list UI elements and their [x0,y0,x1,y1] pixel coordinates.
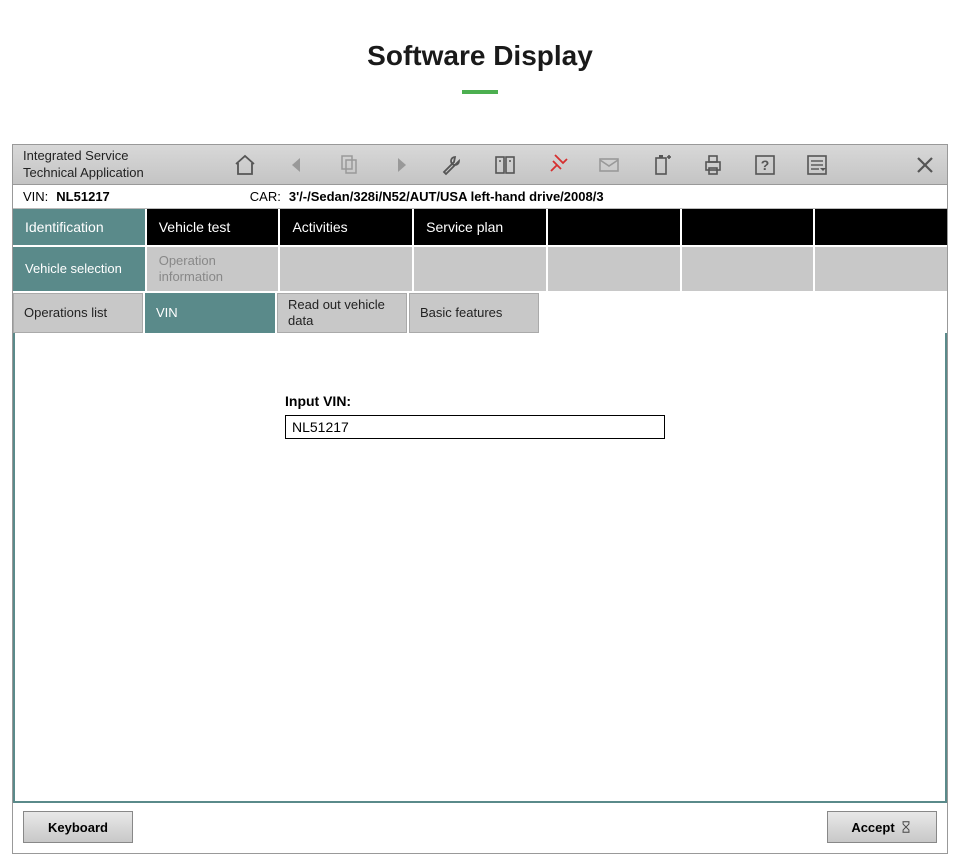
info-bar: VIN: NL51217 CAR: 3'/-/Sedan/328i/N52/AU… [13,185,947,209]
content-area: Input VIN: [13,333,947,803]
help-button[interactable]: ? [751,151,779,179]
tab-empty-1 [548,209,680,245]
car-value: 3'/-/Sedan/328i/N52/AUT/USA left-hand dr… [289,189,604,204]
wrench-icon [441,153,465,177]
action-basic-features[interactable]: Basic features [409,293,539,333]
action-read-vehicle-data[interactable]: Read out vehicle data [277,293,407,333]
mail-icon [597,153,621,177]
page-title: Software Display [0,40,960,72]
home-button[interactable] [231,151,259,179]
triangle-left-icon [285,153,309,177]
action-operations-list[interactable]: Operations list [13,293,143,333]
subtab-empty-3 [548,247,680,291]
vin-input-label: Input VIN: [285,393,905,409]
print-icon [701,153,725,177]
action-tabs: Operations list VIN Read out vehicle dat… [13,293,947,333]
subtab-operation-info[interactable]: Operation information [147,247,279,291]
tab-empty-2 [682,209,814,245]
print-button[interactable] [699,151,727,179]
accept-button[interactable]: Accept [827,811,937,843]
connector-button[interactable] [543,151,571,179]
vin-input[interactable] [285,415,665,439]
mail-button[interactable] [595,151,623,179]
subtab-empty-2 [414,247,546,291]
tab-empty-3 [815,209,947,245]
measurement-button[interactable] [491,151,519,179]
svg-text:?: ? [761,157,770,173]
back-button[interactable] [283,151,311,179]
vin-value: NL51217 [56,189,109,204]
subtab-empty-4 [682,247,814,291]
tab-vehicle-test[interactable]: Vehicle test [147,209,279,245]
hourglass-icon [899,820,913,834]
wrench-button[interactable] [439,151,467,179]
subtab-vehicle-selection[interactable]: Vehicle selection [13,247,145,291]
copy-icon [337,153,361,177]
list-icon [805,153,829,177]
tab-service-plan[interactable]: Service plan [414,209,546,245]
help-icon: ? [753,153,777,177]
title-bar: Integrated Service Technical Application [13,145,947,185]
car-label: CAR: [250,189,281,204]
app-title: Integrated Service Technical Application [13,144,223,185]
main-tabs: Identification Vehicle test Activities S… [13,209,947,245]
plug-icon [545,153,569,177]
keyboard-button[interactable]: Keyboard [23,811,133,843]
page-header: Software Display [0,0,960,144]
list-button[interactable] [803,151,831,179]
forward-button[interactable] [387,151,415,179]
subtab-empty-1 [280,247,412,291]
bottom-bar: Keyboard Accept [13,803,947,853]
gauge-icon [493,153,517,177]
battery-button[interactable] [647,151,675,179]
toolbar: ? [223,151,947,179]
close-icon [913,153,937,177]
action-vin[interactable]: VIN [145,293,275,333]
tab-activities[interactable]: Activities [280,209,412,245]
subtab-empty-5 [815,247,947,291]
triangle-right-icon [389,153,413,177]
tab-identification[interactable]: Identification [13,209,145,245]
vin-input-group: Input VIN: [285,393,905,439]
copy-button[interactable] [335,151,363,179]
accent-bar [462,90,498,94]
close-button[interactable] [911,151,939,179]
vin-label: VIN: [23,189,48,204]
sub-tabs: Vehicle selection Operation information [13,247,947,291]
battery-icon [649,153,673,177]
app-window: Integrated Service Technical Application [12,144,948,854]
home-icon [233,153,257,177]
